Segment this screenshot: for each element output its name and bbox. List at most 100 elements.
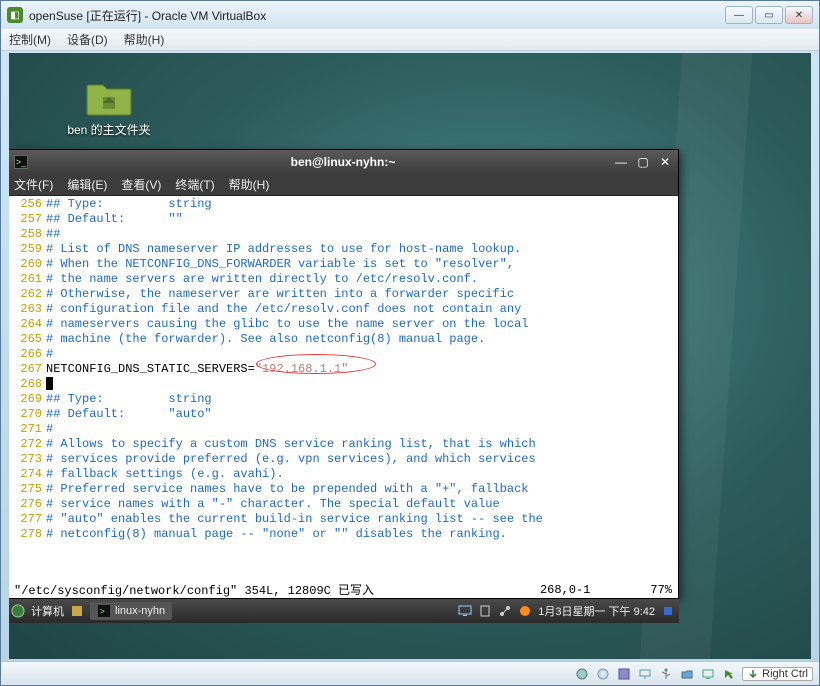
line-text: # List of DNS nameserver IP addresses to…: [46, 242, 521, 256]
term-maximize-button[interactable]: ▢: [636, 155, 650, 169]
term-menu-help[interactable]: 帮助(H): [229, 176, 270, 193]
terminal-body[interactable]: 256## Type: string257## Default: ""258##…: [9, 196, 678, 580]
folder-icon: [85, 77, 133, 117]
line-text: # nameservers causing the glibc to use t…: [46, 317, 528, 331]
guest-desktop[interactable]: ben 的主文件夹 >_ ben@linux-nyhn:~ — ▢ ✕ 文件(F…: [9, 53, 811, 659]
term-menu-view[interactable]: 查看(V): [121, 176, 161, 193]
virtualbox-statusbar: Right Ctrl: [1, 661, 819, 685]
line-text: # Allows to specify a custom DNS service…: [46, 437, 536, 451]
terminal-line: 273 # services provide preferred (e.g. vp…: [12, 452, 674, 467]
line-text: ## Type: string: [46, 392, 212, 406]
vb-mouse-integration-icon[interactable]: [721, 666, 737, 682]
line-text: NETCONFIG_DNS_STATIC_SERVERS=: [46, 362, 255, 376]
menu-device[interactable]: 设备(D): [67, 31, 108, 48]
menu-help[interactable]: 帮助(H): [124, 31, 165, 48]
line-text: # service names with a "-" character. Th…: [46, 497, 500, 511]
terminal-line: 257 ## Default: "": [12, 212, 674, 227]
taskbar-item-label: linux-nyhn: [115, 605, 165, 617]
vb-network-icon[interactable]: [637, 666, 653, 682]
line-text: #: [46, 347, 53, 361]
tray-monitor-icon[interactable]: [458, 604, 472, 618]
status-path: "/etc/sysconfig/network/config" 354L, 12…: [14, 581, 374, 598]
line-number: 267: [12, 362, 42, 377]
line-text: # When the NETCONFIG_DNS_FORWARDER varia…: [46, 257, 514, 271]
line-number: 269: [12, 392, 42, 407]
status-percent: 77%: [650, 583, 672, 597]
close-button[interactable]: ✕: [785, 6, 813, 24]
line-text: ## Default: "": [46, 212, 183, 226]
vb-display-icon[interactable]: [700, 666, 716, 682]
line-number: 273: [12, 452, 42, 467]
line-number: 264: [12, 317, 42, 332]
line-text: ## Type: string: [46, 197, 212, 211]
vb-hdd-icon[interactable]: [574, 666, 590, 682]
terminal-icon: >_: [14, 155, 28, 169]
line-number: 271: [12, 422, 42, 437]
tray-updater-icon[interactable]: [518, 604, 532, 618]
window-title: openSuse [正在运行] - Oracle VM VirtualBox: [29, 7, 723, 24]
terminal-line: 277# "auto" enables the current build-in…: [12, 512, 674, 527]
terminal-line: 261# the name servers are written direct…: [12, 272, 674, 287]
cursor: [46, 377, 53, 390]
linux-taskbar[interactable]: 计算机 > linux-nyhn 1月3日星期一 下午 9:42: [9, 599, 679, 623]
line-text: ##: [46, 227, 60, 241]
line-text: # Preferred service names have to be pre…: [46, 482, 528, 496]
vb-usb-icon[interactable]: [658, 666, 674, 682]
terminal-line: 267NETCONFIG_DNS_STATIC_SERVERS="192.168…: [12, 362, 674, 377]
win-menubar: 控制(M) 设备(D) 帮助(H): [1, 29, 819, 51]
virtualbox-window: ◧ openSuse [正在运行] - Oracle VM VirtualBox…: [0, 0, 820, 686]
note-icon[interactable]: [70, 604, 84, 618]
line-text: # "auto" enables the current build-in se…: [46, 512, 543, 526]
terminal-line: 256 ## Type: string: [12, 197, 674, 212]
line-number: 262: [12, 287, 42, 302]
vb-shared-folder-icon[interactable]: [679, 666, 695, 682]
line-number: 272: [12, 437, 42, 452]
win-titlebar[interactable]: ◧ openSuse [正在运行] - Oracle VM VirtualBox…: [1, 1, 819, 29]
terminal-line: 278# netconfig(8) manual page -- "none" …: [12, 527, 674, 542]
line-text: # fallback settings (e.g. avahi).: [46, 467, 284, 481]
menu-control[interactable]: 控制(M): [9, 31, 51, 48]
start-icon[interactable]: [11, 604, 25, 618]
term-close-button[interactable]: ✕: [658, 155, 672, 169]
clock[interactable]: 1月3日星期一 下午 9:42: [538, 603, 655, 619]
line-text: # services provide preferred (e.g. vpn s…: [46, 452, 536, 466]
line-number: 268: [12, 377, 42, 392]
terminal-title: ben@linux-nyhn:~: [9, 155, 678, 169]
line-number: 276: [12, 497, 42, 512]
term-menu-file[interactable]: 文件(F): [14, 176, 53, 193]
terminal-line: 271#: [12, 422, 674, 437]
line-number: 270: [12, 407, 42, 422]
svg-text:>: >: [100, 607, 105, 616]
host-key-label: Right Ctrl: [762, 668, 808, 680]
taskbar-item-terminal[interactable]: > linux-nyhn: [90, 602, 172, 620]
line-number: 257: [12, 212, 42, 227]
terminal-line: 275# Preferred service names have to be …: [12, 482, 674, 497]
terminal-line: 263# configuration file and the /etc/res…: [12, 302, 674, 317]
vb-floppy-icon[interactable]: [616, 666, 632, 682]
line-number: 274: [12, 467, 42, 482]
home-folder-icon[interactable]: ben 的主文件夹: [59, 77, 159, 138]
computer-label[interactable]: 计算机: [31, 603, 64, 619]
line-number: 256: [12, 197, 42, 212]
line-text: # machine (the forwarder). See also netc…: [46, 332, 485, 346]
maximize-button[interactable]: ▭: [755, 6, 783, 24]
tray-bluetooth-icon[interactable]: [661, 604, 675, 618]
term-menu-edit[interactable]: 编辑(E): [67, 176, 107, 193]
vb-optical-icon[interactable]: [595, 666, 611, 682]
tray-network-icon[interactable]: [498, 604, 512, 618]
term-menu-term[interactable]: 终端(T): [175, 176, 214, 193]
terminal-line: 269 ## Type: string: [12, 392, 674, 407]
term-minimize-button[interactable]: —: [614, 155, 628, 169]
line-text: # Otherwise, the nameserver are written …: [46, 287, 514, 301]
vim-status-line: "/etc/sysconfig/network/config" 354L, 12…: [9, 580, 678, 598]
tray-clipboard-icon[interactable]: [478, 604, 492, 618]
line-number: 258: [12, 227, 42, 242]
terminal-window[interactable]: >_ ben@linux-nyhn:~ — ▢ ✕ 文件(F) 编辑(E) 查看…: [9, 149, 679, 599]
arrow-down-icon: [747, 668, 759, 680]
minimize-button[interactable]: —: [725, 6, 753, 24]
terminal-line: 270## Default: "auto": [12, 407, 674, 422]
line-text: # netconfig(8) manual page -- "none" or …: [46, 527, 507, 541]
host-key-indicator[interactable]: Right Ctrl: [742, 667, 813, 681]
terminal-line: 274 # fallback settings (e.g. avahi).: [12, 467, 674, 482]
terminal-titlebar[interactable]: >_ ben@linux-nyhn:~ — ▢ ✕: [9, 150, 678, 174]
